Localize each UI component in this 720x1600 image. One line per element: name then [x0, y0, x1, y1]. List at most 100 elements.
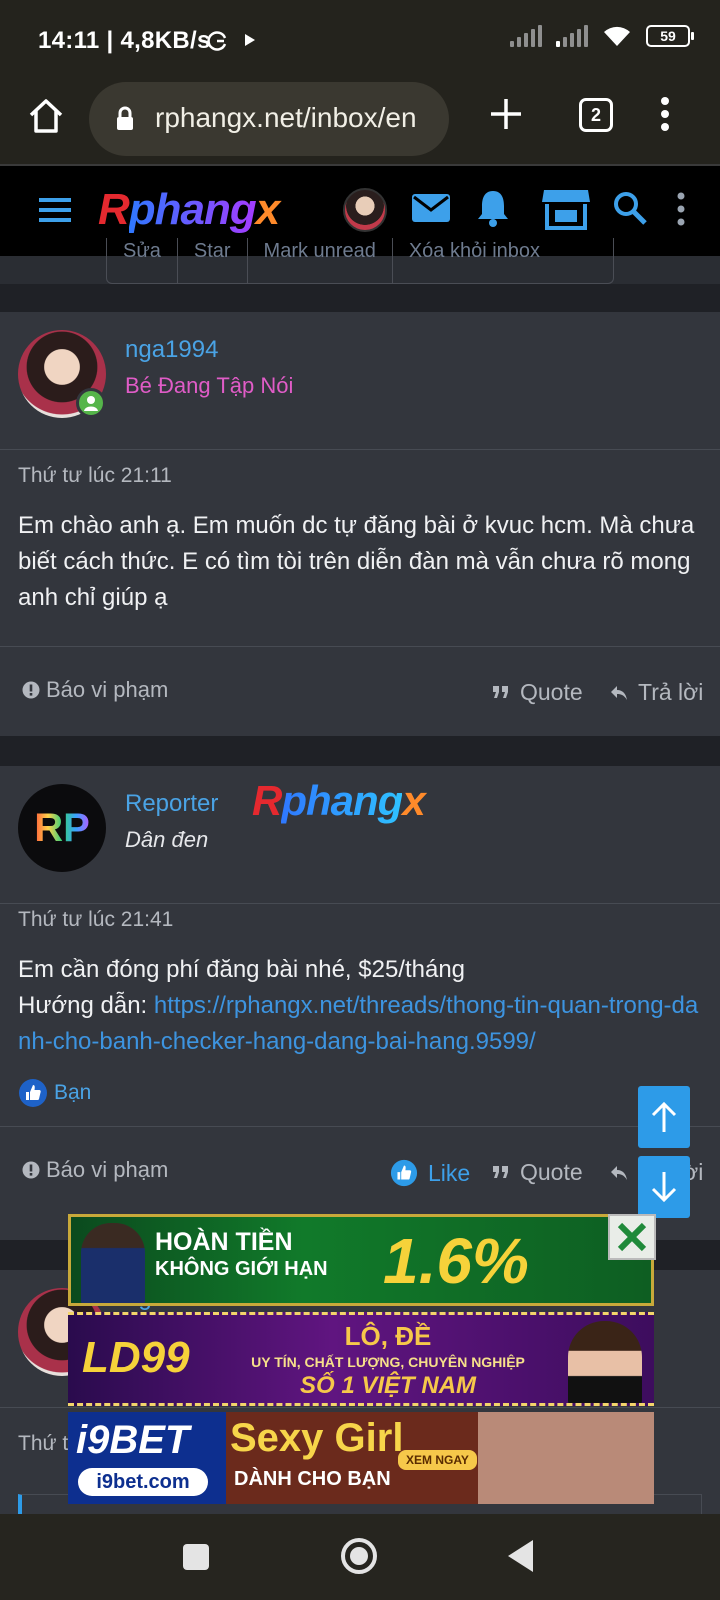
ad-banner-cashback[interactable]: HOÀN TIỀN KHÔNG GIỚI HẠN 1.6%	[68, 1214, 654, 1306]
ad-cta[interactable]: XEM NGAY	[398, 1450, 477, 1470]
quote-icon	[493, 1165, 508, 1178]
ad-banner-lottery[interactable]: LD99 LÔ, ĐỀ UY TÍN, CHẤT LƯỢNG, CHUYÊN N…	[68, 1312, 654, 1406]
post-time[interactable]: Thứ tư lúc 21:41	[18, 908, 173, 932]
report-label: Báo vi phạm	[46, 677, 169, 702]
user-avatar[interactable]	[343, 188, 387, 232]
browser-menu-icon[interactable]	[660, 96, 670, 132]
user-title: Bé Đang Tập Nói	[125, 373, 294, 398]
reply-button[interactable]: Trả lời	[610, 679, 703, 706]
ad-amount: 1.6%	[383, 1225, 529, 1297]
home-icon[interactable]	[26, 96, 66, 136]
address-bar[interactable]: rphangx.net/inbox/en	[89, 82, 449, 156]
notification-bell-icon[interactable]	[476, 188, 510, 228]
ad-banner-betting[interactable]: i9BET i9bet.com Sexy Girl DÀNH CHO BẠN X…	[68, 1412, 654, 1504]
report-icon	[22, 681, 40, 699]
hamburger-menu-icon[interactable]	[37, 196, 73, 224]
ad-text: HOÀN TIỀN	[155, 1228, 293, 1256]
post-body-prefix: Hướng dẫn:	[18, 992, 154, 1019]
screen: 14:11 | 4,8KB/s 59 rphangx.net/inbox/en …	[0, 0, 720, 1600]
like-label: Like	[428, 1159, 471, 1186]
inbox-mail-icon[interactable]	[411, 192, 451, 224]
marketplace-store-icon[interactable]	[540, 186, 592, 232]
separator	[0, 736, 720, 766]
search-icon[interactable]	[612, 190, 648, 226]
tab-switcher[interactable]: 2	[579, 98, 613, 132]
message-post: RP Reporter Dân đen Rphangx Thứ tư lúc 2…	[0, 766, 720, 1240]
post-username[interactable]: nga1994	[125, 336, 218, 364]
quote-label: Quote	[520, 1159, 583, 1185]
post-body: Em cần đóng phí đăng bài nhé, $25/tháng …	[18, 952, 708, 1060]
arrow-up-icon	[651, 1101, 677, 1132]
like-button[interactable]: Like	[390, 1159, 470, 1187]
signal-icon	[510, 25, 542, 47]
reply-label: Trả lời	[638, 679, 704, 705]
status-bar: 14:11 | 4,8KB/s 59	[0, 0, 720, 78]
play-icon	[245, 34, 255, 46]
star-button[interactable]: Star	[178, 238, 248, 283]
ad-domain: i9bet.com	[78, 1468, 208, 1496]
close-icon	[617, 1222, 647, 1252]
online-status-icon	[76, 388, 106, 418]
quote-button[interactable]: Quote	[492, 1159, 583, 1186]
ad-brand: i9BET	[76, 1418, 190, 1462]
quote-label: Quote	[520, 679, 583, 705]
ad-player-image	[81, 1223, 145, 1303]
avatar[interactable]: RP	[18, 784, 106, 872]
ad-text: UY TÍN, CHẤT LƯỢNG, CHUYÊN NGHIỆP	[251, 1354, 525, 1370]
report-button[interactable]: Báo vi phạm	[22, 1157, 168, 1183]
signal-icon-2	[556, 25, 588, 47]
report-label: Báo vi phạm	[46, 1157, 169, 1182]
ad-title: Sexy Girl	[230, 1416, 404, 1460]
url-text[interactable]: rphangx.net/inbox/en	[155, 102, 435, 134]
reaction-user[interactable]: Bạn	[54, 1081, 91, 1105]
google-icon	[207, 31, 227, 51]
ad-subtitle: DÀNH CHO BẠN	[234, 1468, 391, 1490]
post-time[interactable]: Thứ tư lúc 21:11	[18, 464, 172, 488]
post-user-row: RP Reporter Dân đen Rphangx	[0, 766, 720, 904]
like-reaction-icon	[19, 1079, 47, 1107]
lock-icon	[117, 106, 133, 130]
wifi-icon	[604, 26, 630, 46]
battery-icon: 59	[646, 25, 694, 47]
ad-model-image	[568, 1321, 642, 1403]
arrow-down-icon	[651, 1172, 677, 1203]
ad-title: LÔ, ĐỀ	[344, 1321, 432, 1351]
remove-from-inbox-button[interactable]: Xóa khỏi inbox	[393, 238, 556, 283]
avatar-initials: RP	[34, 805, 90, 850]
browser-toolbar: rphangx.net/inbox/en 2	[0, 78, 720, 164]
status-time: 14:11 | 4,8KB/s	[38, 27, 211, 54]
username-banner-logo: Rphangx	[252, 777, 426, 824]
mark-unread-button[interactable]: Mark unread	[248, 238, 393, 283]
site-more-icon[interactable]	[676, 192, 686, 226]
reaction-summary[interactable]: Bạn	[18, 1078, 91, 1108]
post-body-line: Em cần đóng phí đăng bài nhé, $25/tháng	[18, 956, 466, 983]
ad-close-button[interactable]	[608, 1214, 656, 1260]
system-nav-bar	[0, 1514, 720, 1600]
post-footer: Báo vi phạm Quote Trả lời	[0, 646, 720, 736]
ad-brand: LD99	[82, 1333, 190, 1382]
report-button[interactable]: Báo vi phạm	[22, 677, 168, 703]
conversation-toolbar: Sửa Star Mark unread Xóa khỏi inbox	[106, 238, 614, 284]
site-logo[interactable]: Rphangx	[98, 188, 280, 232]
user-title: Dân đen	[125, 827, 209, 852]
post-footer: Báo vi phạm Like Quote Trả lời	[0, 1126, 720, 1216]
home-nav-icon[interactable]	[339, 1536, 379, 1576]
quote-icon	[493, 685, 508, 698]
scroll-to-top-button[interactable]	[638, 1086, 690, 1148]
reply-icon	[611, 685, 627, 700]
report-icon	[22, 1161, 40, 1179]
post-username[interactable]: Reporter	[125, 790, 218, 818]
ad-text: KHÔNG GIỚI HẠN	[155, 1258, 328, 1280]
back-icon[interactable]	[505, 1538, 535, 1574]
recents-icon[interactable]	[181, 1542, 211, 1572]
ad-text: SỐ 1 VIỆT NAM	[299, 1372, 477, 1399]
post-time[interactable]: Thứ t	[18, 1432, 68, 1456]
post-user-row: nga1994 Bé Đang Tập Nói	[0, 312, 720, 450]
post-body: Em chào anh ạ. Em muốn dc tự đăng bài ở …	[18, 512, 695, 611]
message-post: nga1994 Bé Đang Tập Nói Thứ tư lúc 21:11…	[0, 312, 720, 736]
scroll-to-bottom-button[interactable]	[638, 1156, 690, 1218]
reply-icon	[611, 1165, 627, 1180]
quote-button[interactable]: Quote	[492, 679, 583, 706]
edit-button[interactable]: Sửa	[107, 238, 178, 283]
new-tab-icon[interactable]	[488, 96, 524, 132]
